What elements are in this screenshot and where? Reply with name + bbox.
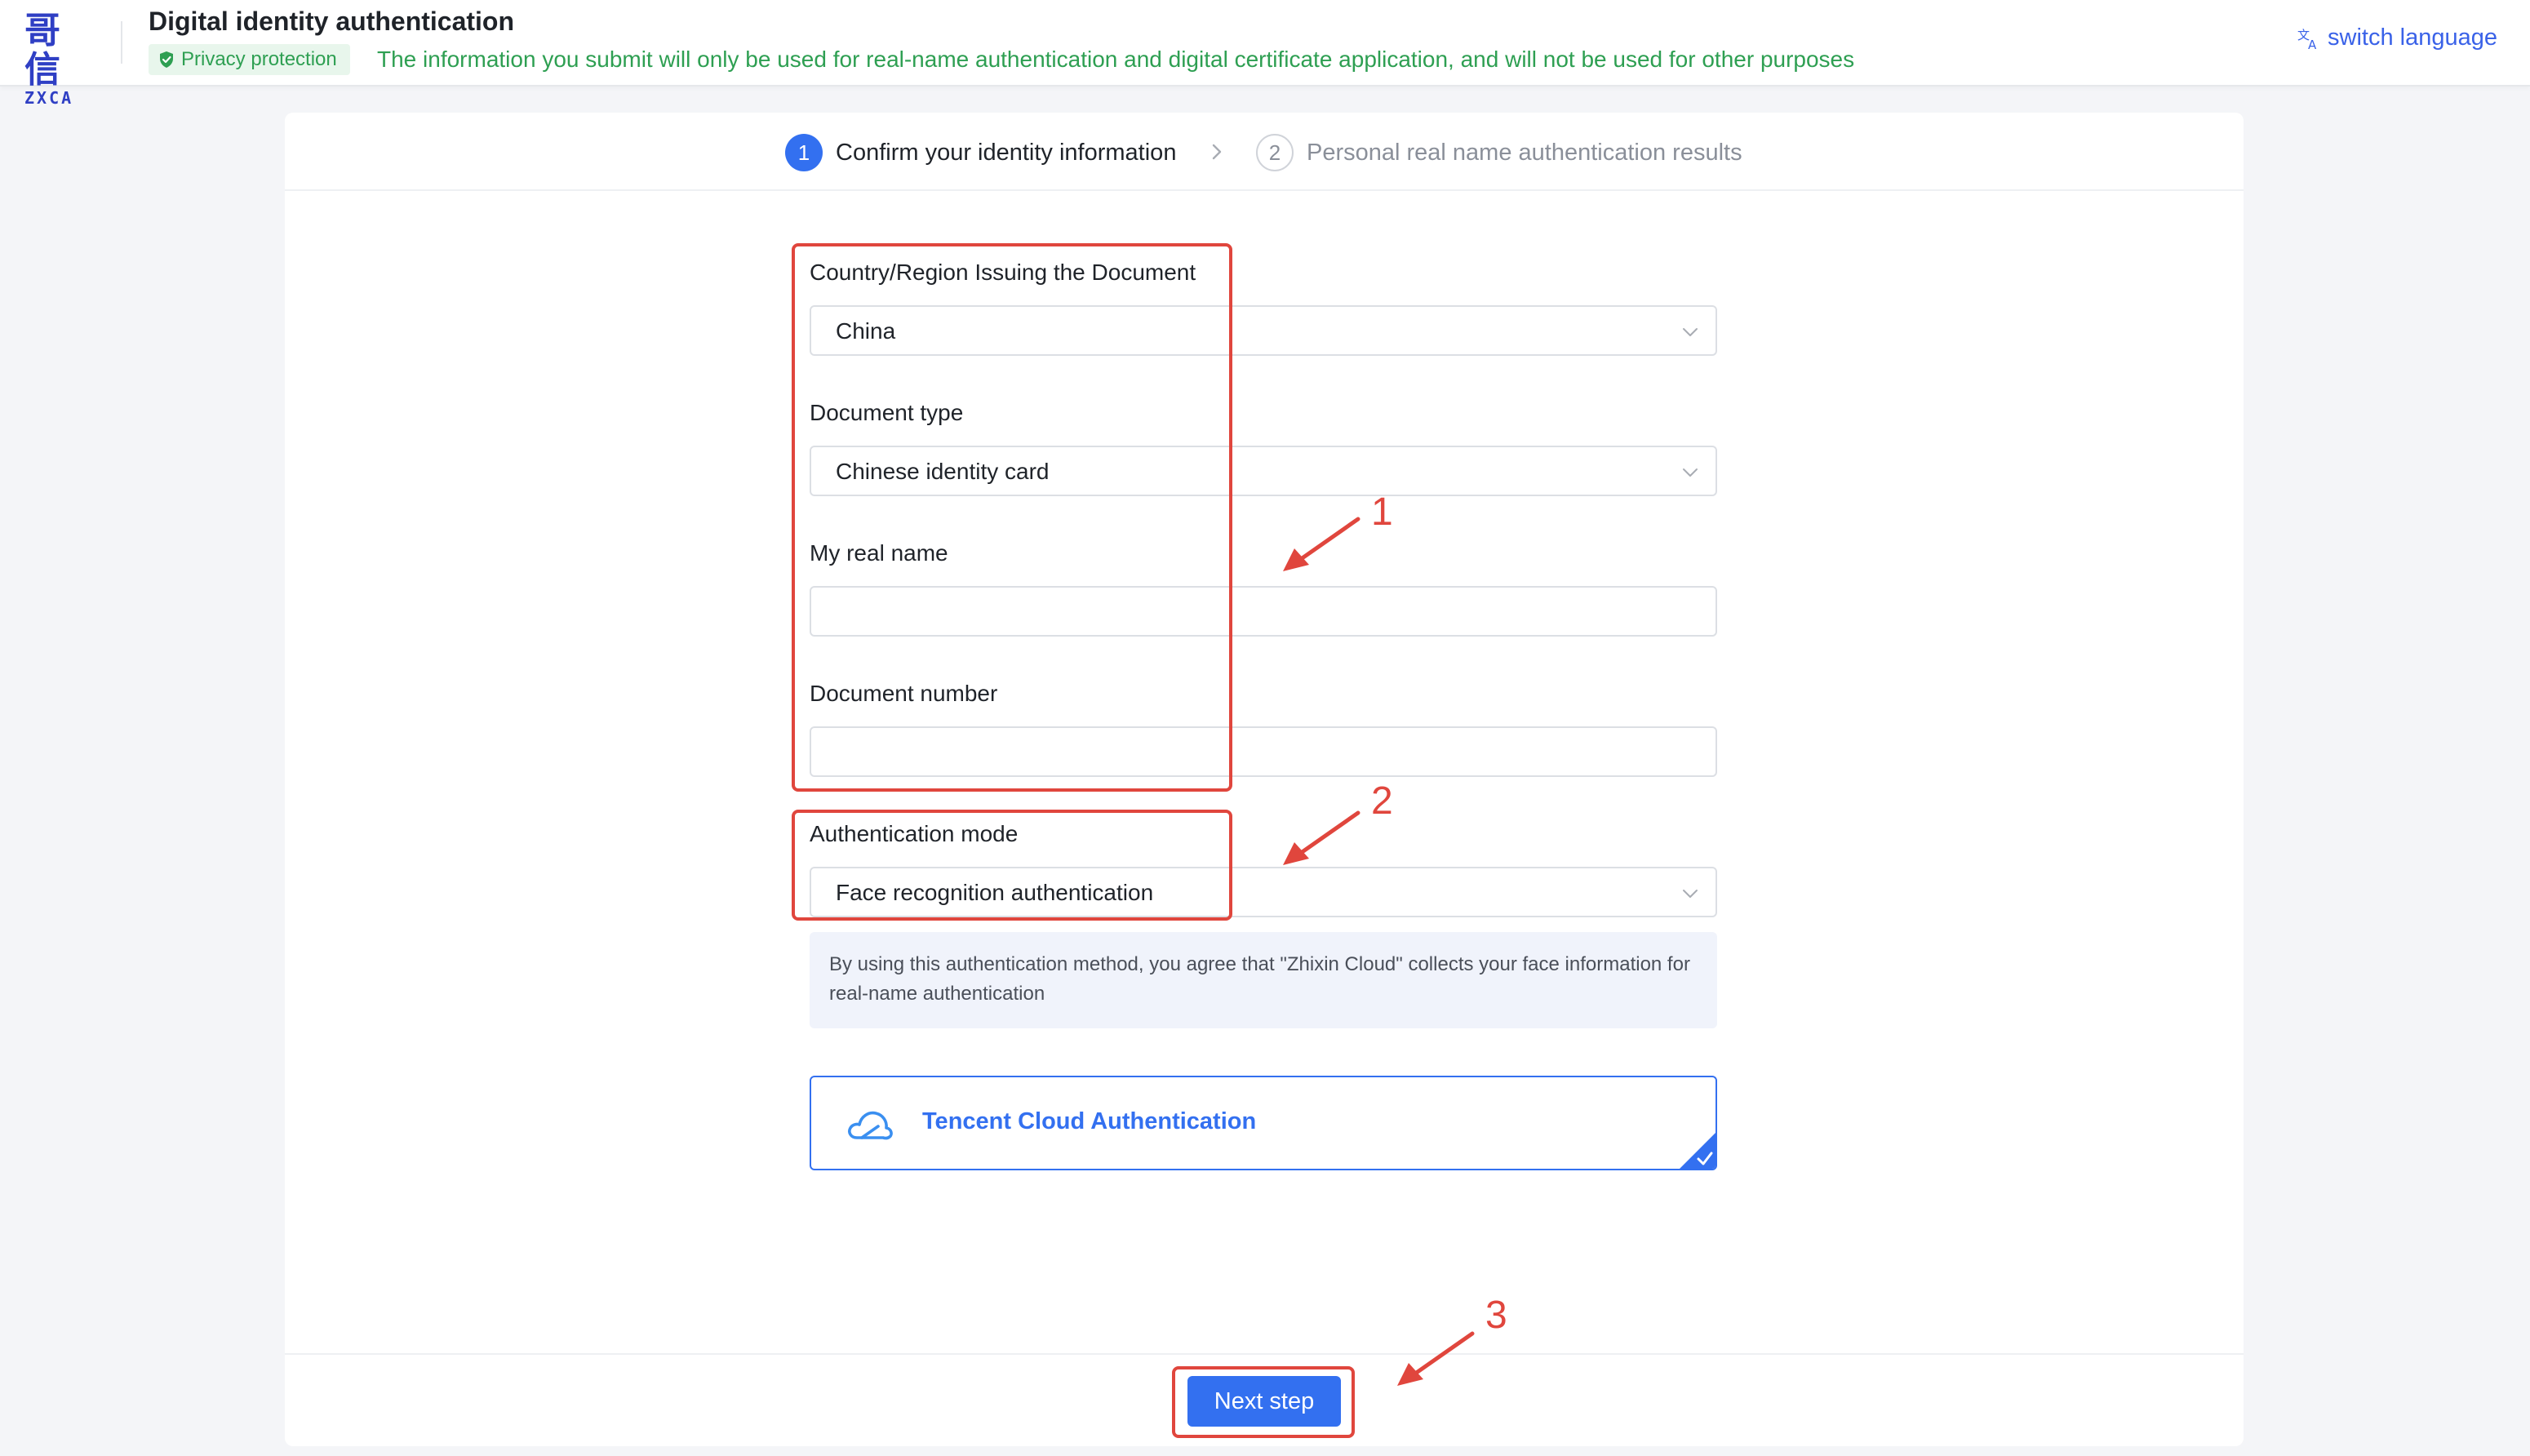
face-consent-notice: By using this authentication method, you… [810, 932, 1717, 1028]
step-1: 1 Confirm your identity information [785, 134, 1176, 171]
svg-text:A: A [2308, 38, 2317, 51]
chevron-right-icon [1212, 144, 1222, 160]
auth-card: 1 Confirm your identity information 2 Pe… [285, 113, 2244, 1446]
steps-bar: 1 Confirm your identity information 2 Pe… [285, 113, 2244, 191]
tencent-cloud-option[interactable]: Tencent Cloud Authentication [810, 1076, 1717, 1170]
annotation-number-1: 1 [1371, 491, 1393, 534]
top-header: 哥信 ZXCA Digital identity authentication … [0, 0, 2530, 107]
page-title: Digital identity authentication [149, 7, 515, 36]
tencent-cloud-icon [848, 1111, 893, 1140]
chevron-down-icon [1683, 468, 1698, 477]
document-type-label: Document type [810, 400, 964, 425]
document-type-select-value: Chinese identity card [836, 459, 1050, 484]
switch-language-link[interactable]: 文 A switch language [2297, 24, 2497, 51]
selected-check-icon [1680, 1133, 1716, 1169]
document-number-field [810, 726, 1717, 777]
shield-check-icon [160, 51, 173, 68]
tencent-cloud-label: Tencent Cloud Authentication [922, 1108, 1257, 1134]
next-step-button[interactable]: Next step [1187, 1376, 1341, 1427]
country-select[interactable]: China [810, 305, 1717, 356]
annotation-arrow-2 [1283, 810, 1360, 865]
step-2-label: Personal real name authentication result… [1307, 139, 1742, 166]
step-2: 2 Personal real name authentication resu… [1256, 134, 1742, 171]
privacy-badge-label: Privacy protection [181, 48, 337, 70]
annotation-arrow-1 [1283, 517, 1360, 571]
document-number-label: Document number [810, 681, 998, 706]
chevron-down-icon [1683, 328, 1698, 336]
logo-text: ZXCA [24, 88, 74, 108]
logo-mark: 哥信 [24, 10, 62, 91]
annotation-number-3: 3 [1485, 1294, 1507, 1337]
zxca-logo: 哥信 ZXCA [24, 11, 98, 107]
auth-mode-label: Authentication mode [810, 821, 1019, 846]
step-1-number: 1 [785, 134, 823, 171]
real-name-field [810, 586, 1717, 637]
document-type-select[interactable]: Chinese identity card [810, 446, 1717, 496]
real-name-label: My real name [810, 540, 948, 566]
switch-language-label: switch language [2328, 24, 2497, 51]
real-name-input[interactable] [811, 588, 1716, 635]
privacy-note: The information you submit will only be … [377, 47, 1855, 72]
document-number-input[interactable] [811, 728, 1716, 775]
step-2-number: 2 [1256, 134, 1294, 171]
chevron-down-icon [1683, 890, 1698, 898]
country-label: Country/Region Issuing the Document [810, 260, 1196, 285]
footer-divider [285, 1353, 2244, 1355]
privacy-badge: Privacy protection [149, 44, 350, 75]
header-divider [121, 21, 122, 64]
country-select-value: China [836, 318, 896, 344]
auth-mode-select-value: Face recognition authentication [836, 880, 1154, 905]
annotation-arrow-3 [1397, 1331, 1475, 1386]
annotation-number-2: 2 [1371, 779, 1393, 823]
auth-mode-select[interactable]: Face recognition authentication [810, 867, 1717, 917]
translate-icon: 文 A [2297, 28, 2317, 51]
step-1-label: Confirm your identity information [836, 139, 1177, 166]
